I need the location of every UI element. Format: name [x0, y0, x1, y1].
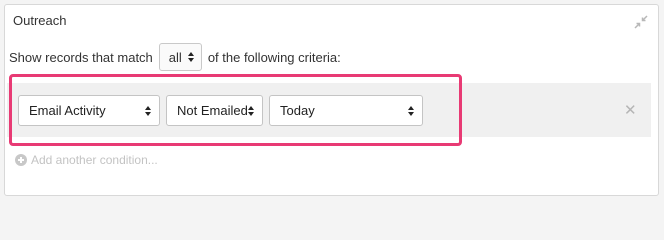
collapse-icon[interactable]: [634, 15, 648, 29]
select-arrows-icon: [187, 52, 194, 62]
condition-field-value: Email Activity: [29, 103, 106, 118]
condition-operator-select[interactable]: Not Emailed: [166, 95, 263, 126]
panel-title: Outreach: [13, 13, 67, 28]
select-arrows-icon: [408, 105, 414, 116]
match-suffix-label: of the following criteria:: [207, 49, 341, 65]
add-condition-link[interactable]: Add another condition...: [15, 153, 158, 167]
condition-value-select[interactable]: Today: [269, 95, 423, 126]
remove-condition-icon[interactable]: ✕: [624, 103, 637, 118]
match-mode-value: all: [168, 49, 182, 65]
select-arrows-icon: [248, 105, 254, 116]
plus-circle-icon: [15, 154, 27, 166]
match-mode-select[interactable]: all: [158, 43, 202, 71]
select-arrows-icon: [145, 105, 151, 116]
condition-value-value: Today: [280, 103, 315, 118]
match-prefix-label: Show records that match: [9, 49, 153, 65]
match-criteria-row: Show records that match all of the follo…: [9, 43, 341, 71]
condition-operator-value: Not Emailed: [177, 103, 248, 118]
condition-row: Email Activity Not Emailed Today: [18, 95, 423, 126]
add-condition-label: Add another condition...: [31, 153, 158, 167]
condition-field-select[interactable]: Email Activity: [18, 95, 160, 126]
